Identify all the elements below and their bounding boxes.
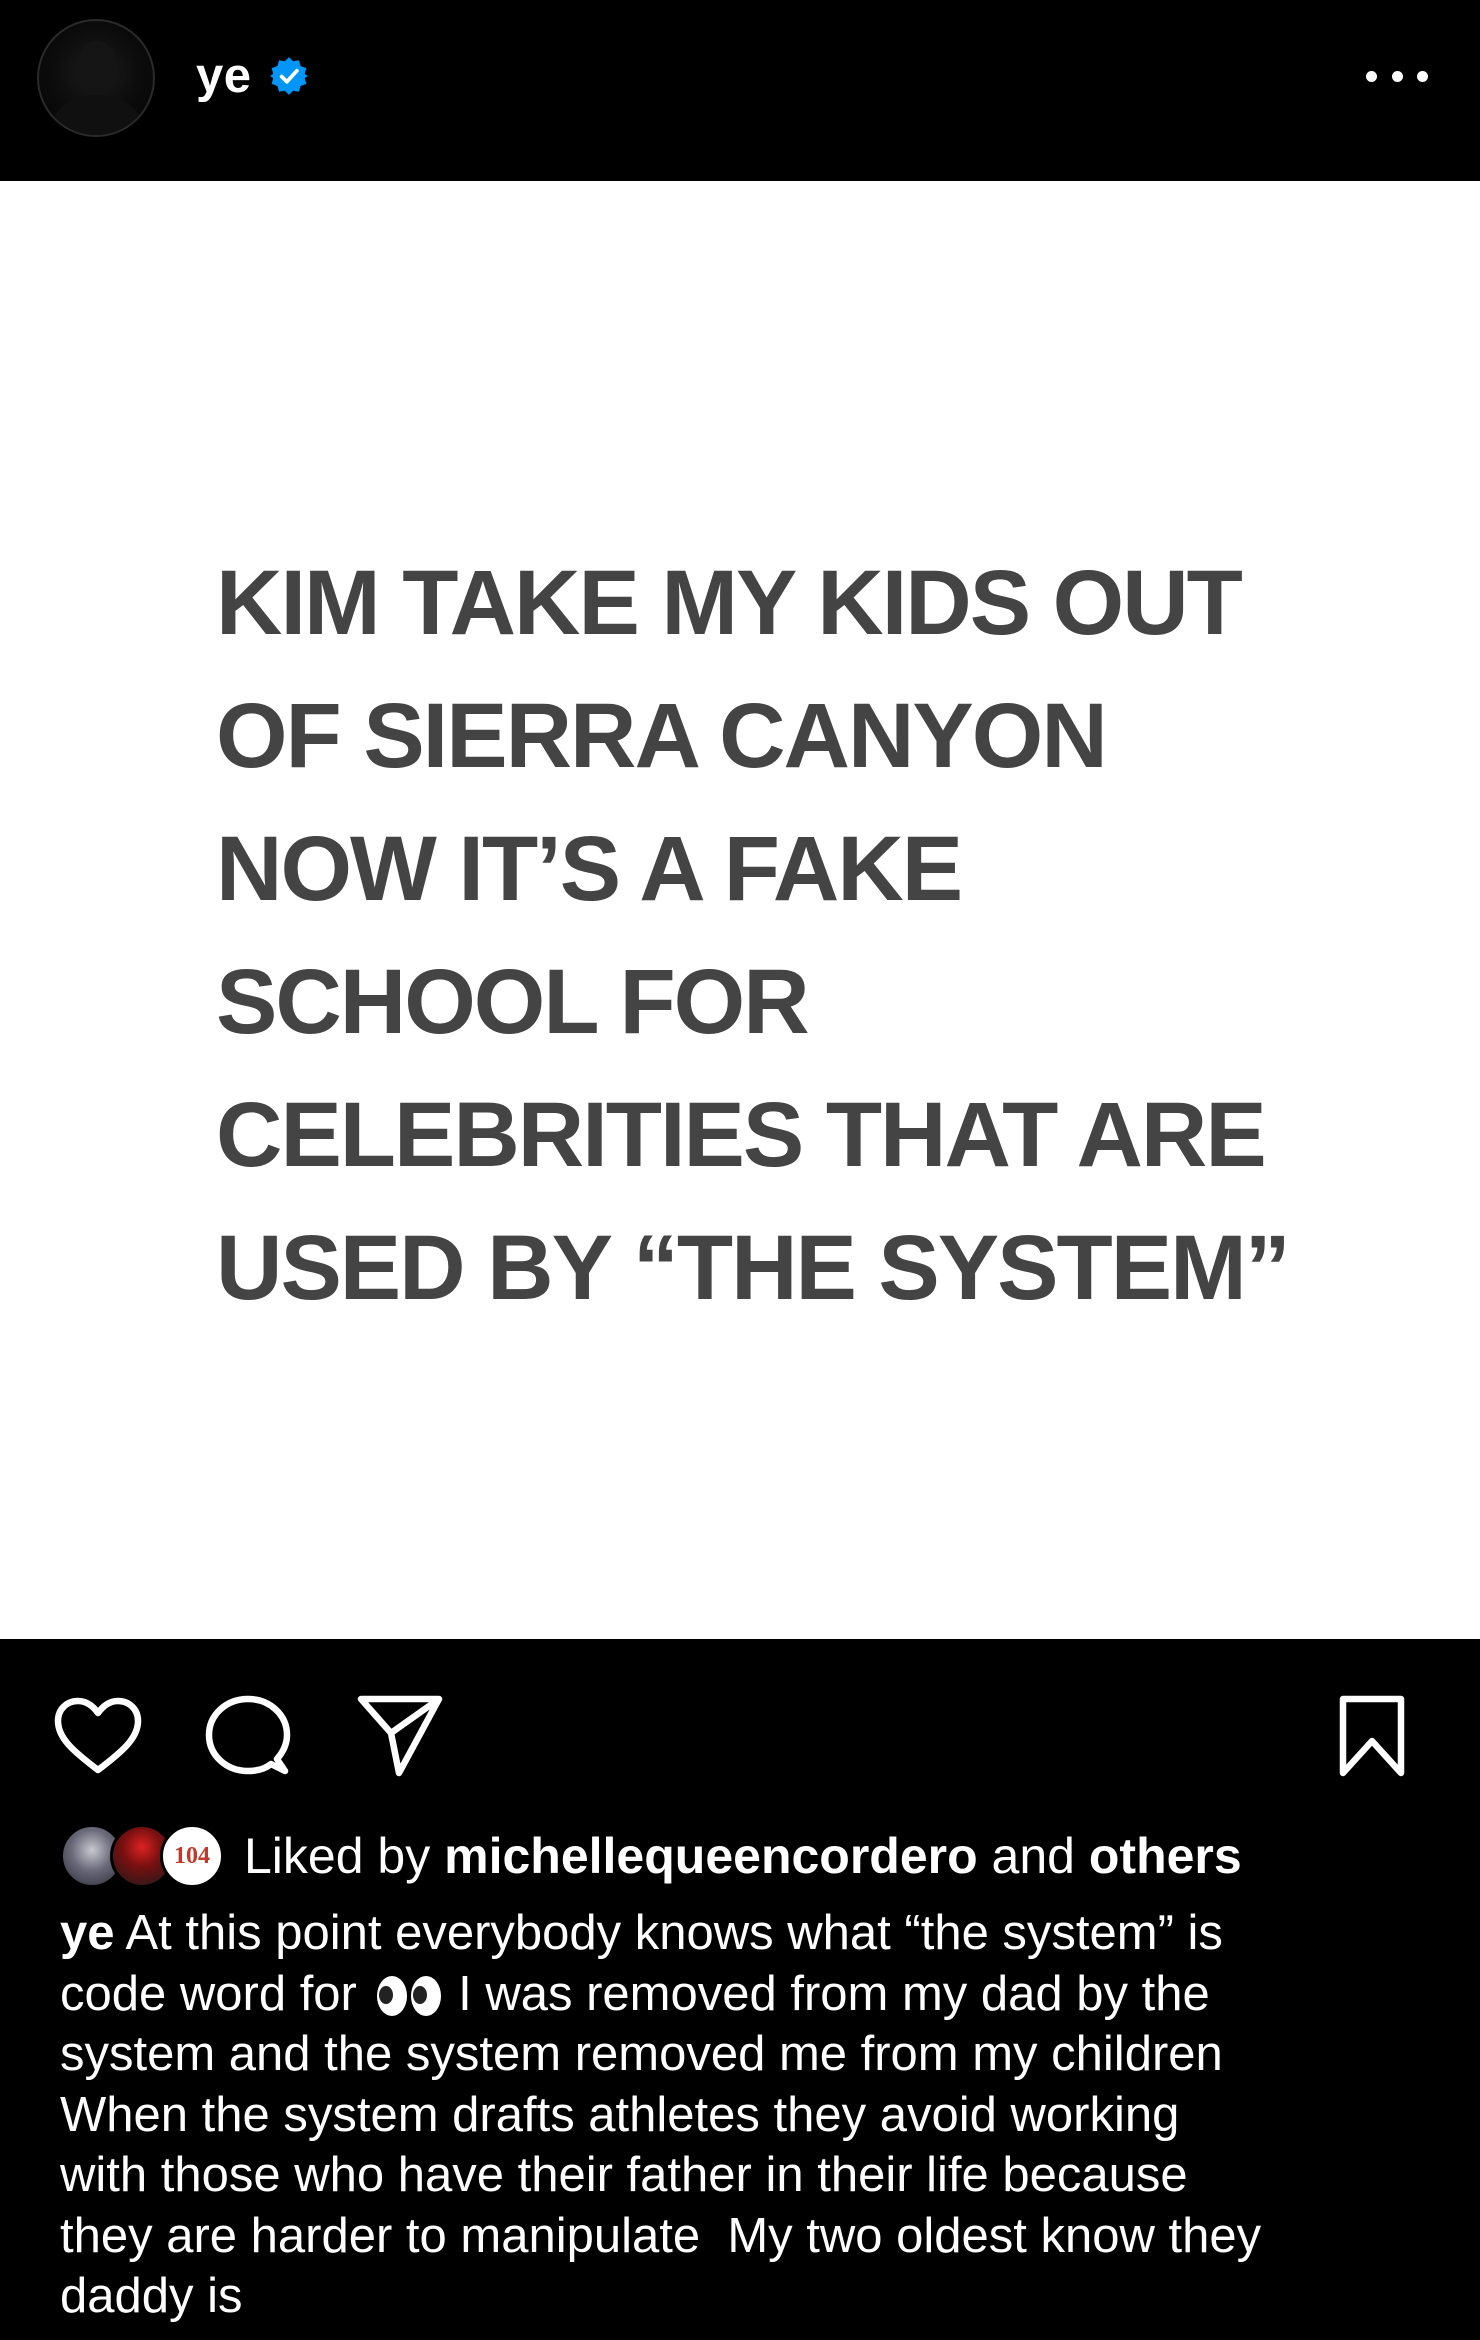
caption-username-link[interactable]: ye: [60, 1906, 115, 1960]
caption-line: they are harder to manipulate My two old…: [60, 2208, 1262, 2263]
action-bar: [0, 1639, 1480, 1809]
comment-bubble-icon[interactable]: [200, 1688, 296, 1784]
avatar-silhouette-body: [53, 95, 141, 135]
avatar-silhouette-head: [77, 41, 117, 93]
verified-badge-icon: [268, 55, 310, 97]
liker-avatar: 104: [160, 1824, 224, 1888]
caption-line: daddy is: [60, 2269, 243, 2323]
caption-line: system and the system removed me from my…: [60, 2027, 1223, 2081]
caption-line: ye At this point everybody knows what “t…: [60, 1903, 1430, 1964]
post-header: ye: [0, 0, 1480, 181]
liker-avatar-badge-text: 104: [174, 1842, 210, 1869]
likes-others-link[interactable]: others: [1089, 1828, 1242, 1884]
heart-icon[interactable]: [50, 1688, 146, 1784]
post-image-text: KIM TAKE MY KIDS OUT OF SIERRA CANYON NO…: [216, 552, 1291, 1319]
caption-text: I was removed from my dad by the: [458, 1966, 1210, 2021]
profile-avatar[interactable]: [37, 19, 155, 137]
more-options-icon[interactable]: [1366, 66, 1428, 86]
bookmark-icon[interactable]: [1324, 1688, 1420, 1784]
liked-by-user-link[interactable]: michellequeencordero: [444, 1828, 978, 1884]
post-image[interactable]: KIM TAKE MY KIDS OUT OF SIERRA CANYON NO…: [0, 181, 1480, 1639]
username-row: ye: [196, 46, 310, 106]
paper-plane-icon[interactable]: [352, 1688, 448, 1784]
likes-text: Liked by michellequeencordero and others: [244, 1827, 1242, 1885]
caption-text: code word for: [60, 1966, 357, 2021]
post-caption: ye At this point everybody knows what “t…: [60, 1903, 1430, 2327]
caption-line: with those who have their father in thei…: [60, 2148, 1188, 2202]
likes-prefix: Liked by: [244, 1828, 431, 1884]
liker-avatars: 104: [60, 1824, 228, 1888]
likes-conjunction: and: [991, 1828, 1075, 1884]
caption-text: At this point everybody knows what “the …: [125, 1906, 1223, 1960]
caption-line: code word for I was removed from my dad …: [60, 1964, 1430, 2025]
likes-row[interactable]: 104 Liked by michellequeencordero and ot…: [60, 1820, 1242, 1892]
eyes-emoji-icon: [375, 1975, 445, 2016]
username-link[interactable]: ye: [196, 48, 252, 104]
caption-line: When the system drafts athletes they avo…: [60, 2087, 1180, 2142]
